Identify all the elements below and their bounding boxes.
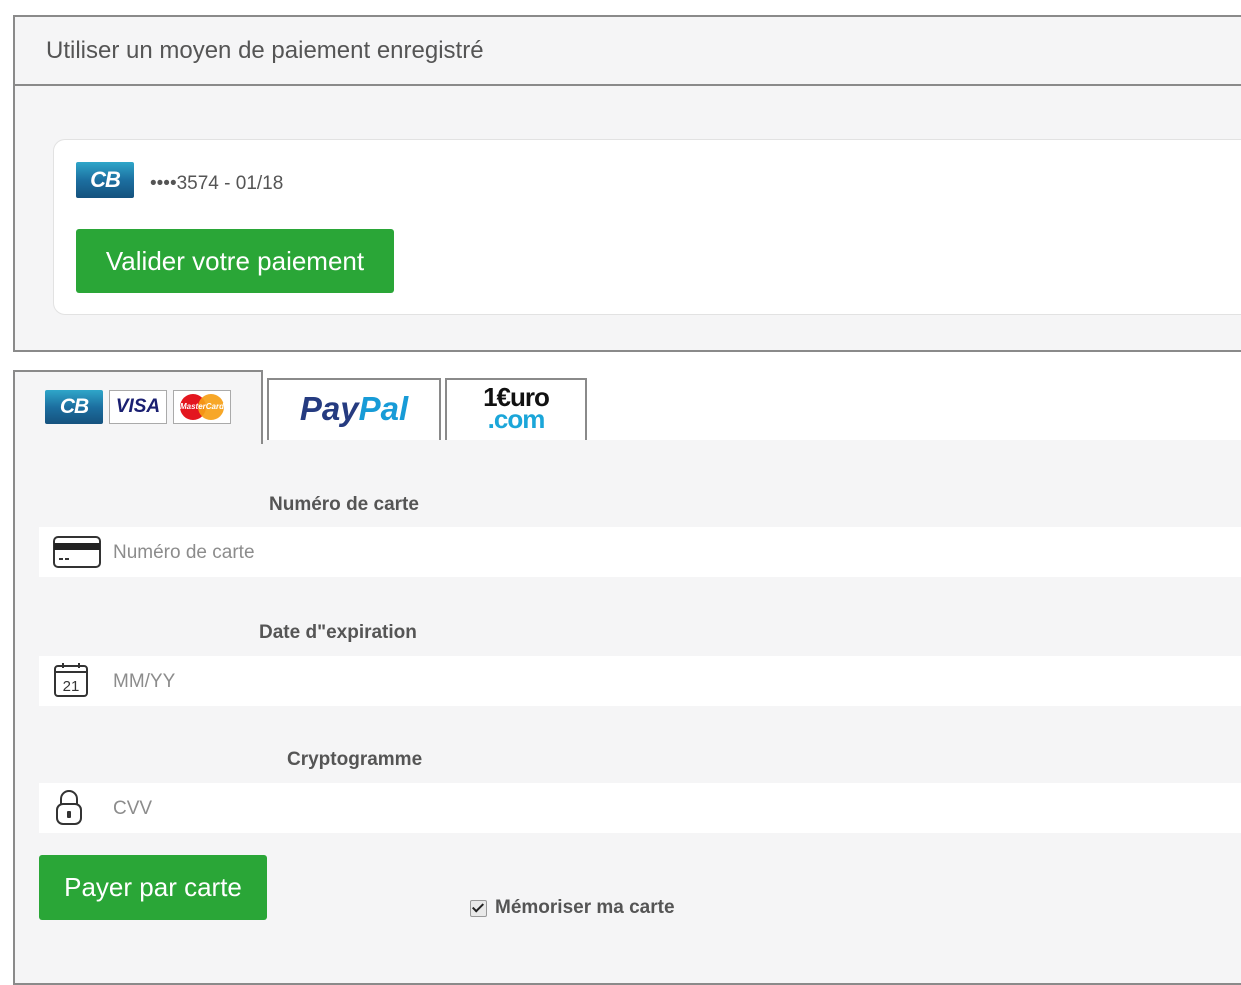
card-form-panel: Numéro de carte Date d"expiration 21 Cry…: [13, 440, 1241, 985]
expiry-label: Date d"expiration: [259, 622, 417, 643]
tab-1euro[interactable]: 1€uro .com: [445, 378, 587, 442]
saved-card-info: ••••3574 - 01/18: [150, 173, 284, 194]
visa-logo: VISA: [109, 390, 167, 424]
expiry-input[interactable]: [111, 656, 1115, 708]
paypal-logo-pal: Pal: [358, 390, 409, 427]
card-number-label: Numéro de carte: [269, 494, 419, 515]
cvv-label: Cryptogramme: [287, 749, 423, 770]
expiry-row: 21: [39, 656, 1241, 708]
pay-by-card-button[interactable]: Payer par carte: [39, 855, 267, 920]
calendar-icon-day: 21: [63, 678, 80, 695]
mastercard-logo-text: MasterCard: [179, 402, 224, 411]
remember-card-label: Mémoriser ma carte: [495, 897, 675, 918]
1euro-logo: 1€uro .com: [447, 384, 585, 434]
paypal-logo: PayPal: [269, 390, 439, 428]
cb-logo-text: CB: [90, 167, 121, 192]
card-number-input[interactable]: [111, 527, 1115, 579]
cvv-row: [39, 783, 1241, 835]
cb-card-logo: CB: [76, 162, 134, 198]
payment-method-tabs: CB VISA MasterCard PayPal 1€uro .com: [13, 370, 1241, 444]
mastercard-logo: MasterCard: [173, 390, 231, 424]
1euro-logo-line2: .com: [487, 404, 546, 434]
remember-card-option[interactable]: Mémoriser ma carte: [470, 897, 675, 919]
validate-payment-button[interactable]: Valider votre paiement: [76, 229, 394, 293]
credit-card-icon: [53, 533, 101, 574]
saved-payment-header: Utiliser un moyen de paiement enregistré: [15, 17, 1241, 86]
calendar-icon: 21: [53, 662, 89, 703]
tab-paypal[interactable]: PayPal: [267, 378, 441, 442]
cvv-input[interactable]: [111, 783, 1115, 835]
cb-logo-text: CB: [59, 395, 89, 418]
cb-logo: CB: [45, 390, 103, 424]
saved-card-box: CB ••••3574 - 01/18 Valider votre paieme…: [53, 139, 1241, 315]
paypal-logo-pay: Pay: [299, 390, 359, 427]
remember-card-checkbox[interactable]: [470, 899, 487, 917]
card-number-row: [39, 527, 1241, 579]
lock-icon: [53, 788, 85, 831]
tab-card-payment[interactable]: CB VISA MasterCard: [13, 370, 263, 444]
saved-payment-panel: Utiliser un moyen de paiement enregistré…: [13, 15, 1241, 352]
